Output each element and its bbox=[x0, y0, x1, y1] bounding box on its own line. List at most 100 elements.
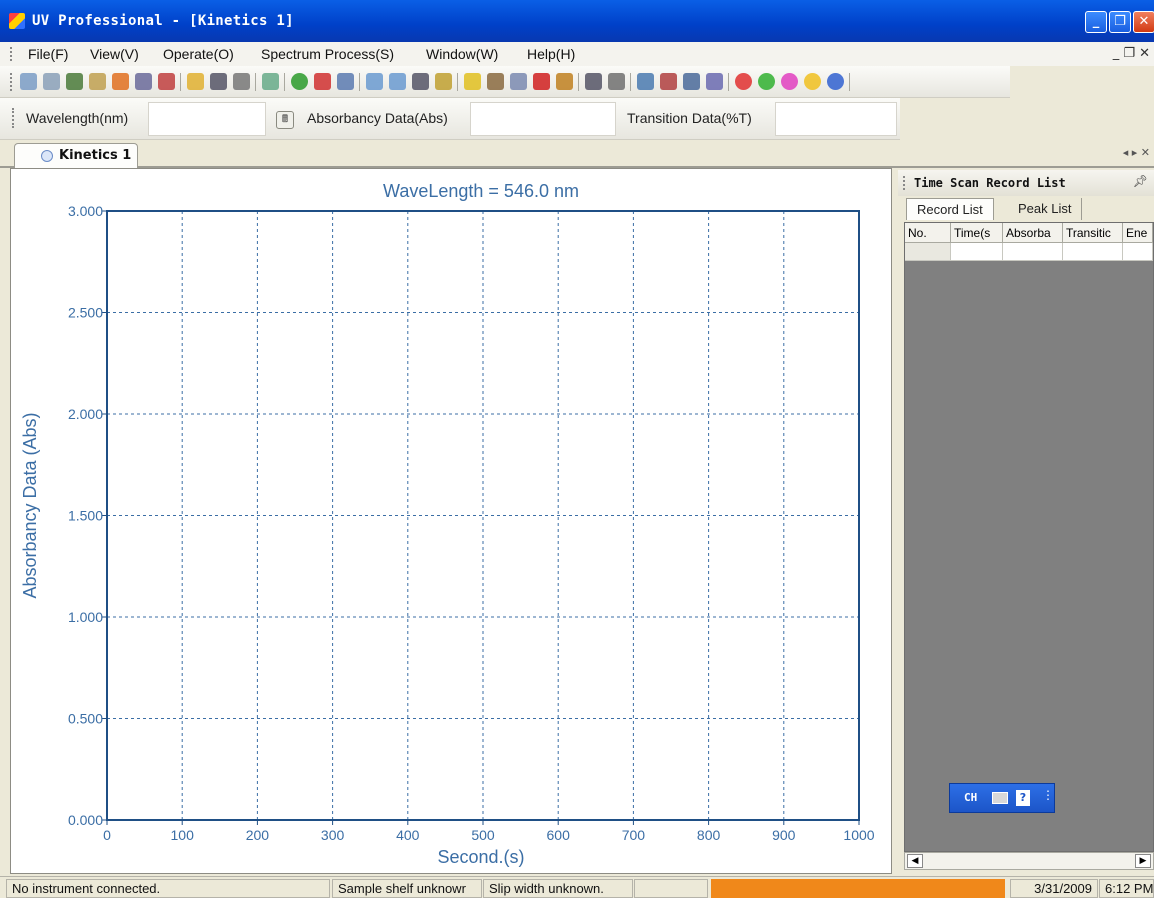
toolbar-separator bbox=[578, 73, 579, 91]
grid-cell[interactable] bbox=[1063, 243, 1123, 261]
line-chart-icon[interactable] bbox=[660, 73, 677, 90]
toolbar-grip bbox=[10, 73, 12, 91]
s-icon[interactable] bbox=[158, 73, 175, 90]
document-tab-strip: Kinetics 1 ◂ ▸ ✕ bbox=[0, 140, 1154, 168]
scroll-right-icon[interactable]: ▶ bbox=[1135, 854, 1151, 868]
grid-cell[interactable] bbox=[951, 243, 1003, 261]
toolbar-separator bbox=[255, 73, 256, 91]
x-tick-label: 700 bbox=[622, 827, 646, 843]
help-icon[interactable]: ? bbox=[1016, 790, 1030, 806]
row-header-cell bbox=[905, 243, 951, 261]
col-energy[interactable]: Ene bbox=[1123, 223, 1153, 243]
col-transition[interactable]: Transitic bbox=[1063, 223, 1123, 243]
pipette-icon[interactable] bbox=[487, 73, 504, 90]
panel-grip bbox=[903, 176, 905, 190]
zoom-in-icon[interactable] bbox=[366, 73, 383, 90]
chart-icon[interactable] bbox=[43, 73, 60, 90]
bulb-off-icon[interactable] bbox=[435, 73, 452, 90]
wavelength-field[interactable] bbox=[148, 102, 266, 136]
minus-yellow-icon[interactable] bbox=[804, 73, 821, 90]
grid-cell[interactable] bbox=[1003, 243, 1063, 261]
kinetics-chart: 0 100 200 300 400 500 600 700 800 900 1000 0.000 0.5… bbox=[20, 181, 875, 867]
col-absorbance[interactable]: Absorba bbox=[1003, 223, 1063, 243]
absorbancy-field[interactable] bbox=[470, 102, 616, 136]
new-doc-icon[interactable] bbox=[20, 73, 37, 90]
toolbar-options-icon[interactable]: ⋮ bbox=[1042, 788, 1054, 802]
calculator-icon[interactable]: 🖩 bbox=[276, 111, 294, 129]
red-stop-icon[interactable] bbox=[314, 73, 331, 90]
menu-spectrum-process[interactable]: Spectrum Process(S) bbox=[261, 46, 394, 62]
undo-icon[interactable] bbox=[706, 73, 723, 90]
tab-peak-list[interactable]: Peak List bbox=[1008, 198, 1083, 220]
tab-record-list[interactable]: Record List bbox=[906, 198, 994, 220]
grid-cell[interactable] bbox=[1123, 243, 1153, 261]
tools-icon[interactable] bbox=[608, 73, 625, 90]
table-icon[interactable] bbox=[683, 73, 700, 90]
bulb-on-icon[interactable] bbox=[464, 73, 481, 90]
menu-file[interactable]: File(F) bbox=[28, 46, 68, 62]
open-folder-icon[interactable] bbox=[187, 73, 204, 90]
tab-navigation[interactable]: ◂ ▸ ✕ bbox=[1123, 146, 1150, 159]
pin-icon[interactable]: 📌︎ bbox=[1133, 174, 1148, 188]
col-no[interactable]: No. bbox=[905, 223, 951, 243]
instrument-status: No instrument connected. bbox=[6, 879, 330, 898]
x-tick-label: 400 bbox=[396, 827, 420, 843]
remove-magenta-icon[interactable] bbox=[781, 73, 798, 90]
tab-label: Kinetics 1 bbox=[59, 148, 132, 163]
transition-field[interactable] bbox=[775, 102, 897, 136]
tab-kinetics-1[interactable]: Kinetics 1 bbox=[14, 143, 138, 168]
bars-icon[interactable] bbox=[112, 73, 129, 90]
print-preview-icon[interactable] bbox=[637, 73, 654, 90]
menu-window[interactable]: Window(W) bbox=[426, 46, 498, 62]
pencil-icon[interactable] bbox=[262, 73, 279, 90]
blue-settings-icon[interactable] bbox=[827, 73, 844, 90]
data-field-bar: Wavelength(nm) 🖩 Absorbancy Data(Abs) Tr… bbox=[0, 98, 900, 140]
lamp-icon[interactable] bbox=[89, 73, 106, 90]
bar-chart-icon[interactable] bbox=[556, 73, 573, 90]
mdi-controls[interactable]: _ ❐ ✕ bbox=[1113, 46, 1150, 61]
x-tick-label: 200 bbox=[246, 827, 270, 843]
peak-pick-icon[interactable] bbox=[510, 73, 527, 90]
print-icon[interactable] bbox=[233, 73, 250, 90]
scroll-left-icon[interactable]: ◀ bbox=[907, 854, 923, 868]
input-method-toolbar[interactable]: CH ? ⋮ bbox=[949, 783, 1055, 813]
delete-icon[interactable] bbox=[533, 73, 550, 90]
menu-view[interactable]: View(V) bbox=[90, 46, 139, 62]
keyboard-icon[interactable] bbox=[992, 792, 1008, 804]
add-red-icon[interactable] bbox=[735, 73, 752, 90]
text-label-icon[interactable] bbox=[412, 73, 429, 90]
record-grid-header: No. Time(s Absorba Transitic Ene bbox=[905, 223, 1153, 243]
x-tick-label: 500 bbox=[471, 827, 495, 843]
status-bar: No instrument connected. Sample shelf un… bbox=[0, 876, 1154, 898]
kinetics-icon bbox=[41, 150, 53, 162]
record-grid[interactable]: No. Time(s Absorba Transitic Ene CH ? ⋮ bbox=[904, 222, 1154, 852]
flask-icon[interactable] bbox=[66, 73, 83, 90]
col-time[interactable]: Time(s bbox=[951, 223, 1003, 243]
align-icon[interactable] bbox=[585, 73, 602, 90]
toolbar-separator bbox=[457, 73, 458, 91]
table-row[interactable] bbox=[905, 243, 1153, 261]
title-bar: UV Professional - [Kinetics 1] _ ❐ ✕ bbox=[0, 0, 1154, 42]
minimize-button[interactable]: _ bbox=[1085, 11, 1107, 33]
menu-bar: File(F) View(V) Operate(O) Spectrum Proc… bbox=[0, 42, 1154, 66]
side-panel-title: Time Scan Record List bbox=[914, 176, 1066, 190]
zoom-out-icon[interactable] bbox=[389, 73, 406, 90]
green-run-icon[interactable] bbox=[291, 73, 308, 90]
wavelength-label: Wavelength(nm) bbox=[26, 110, 129, 126]
y-tick-label: 1.000 bbox=[68, 609, 103, 625]
toolbar-separator bbox=[630, 73, 631, 91]
close-button[interactable]: ✕ bbox=[1133, 11, 1154, 33]
y-tick-label: 2.000 bbox=[68, 406, 103, 422]
restore-button[interactable]: ❐ bbox=[1109, 11, 1131, 33]
edit-doc-icon[interactable] bbox=[337, 73, 354, 90]
empty-status-cell bbox=[634, 879, 708, 898]
add-green-icon[interactable] bbox=[758, 73, 775, 90]
time-scan-record-panel: Time Scan Record List 📌︎ Record List Pea… bbox=[898, 170, 1154, 874]
horizontal-scrollbar[interactable]: ◀ ▶ bbox=[904, 852, 1154, 870]
save-icon[interactable] bbox=[210, 73, 227, 90]
grid-icon[interactable] bbox=[135, 73, 152, 90]
menu-operate[interactable]: Operate(O) bbox=[163, 46, 234, 62]
transition-label: Transition Data(%T) bbox=[627, 110, 752, 126]
menu-help[interactable]: Help(H) bbox=[527, 46, 575, 62]
x-tick-label: 800 bbox=[697, 827, 721, 843]
